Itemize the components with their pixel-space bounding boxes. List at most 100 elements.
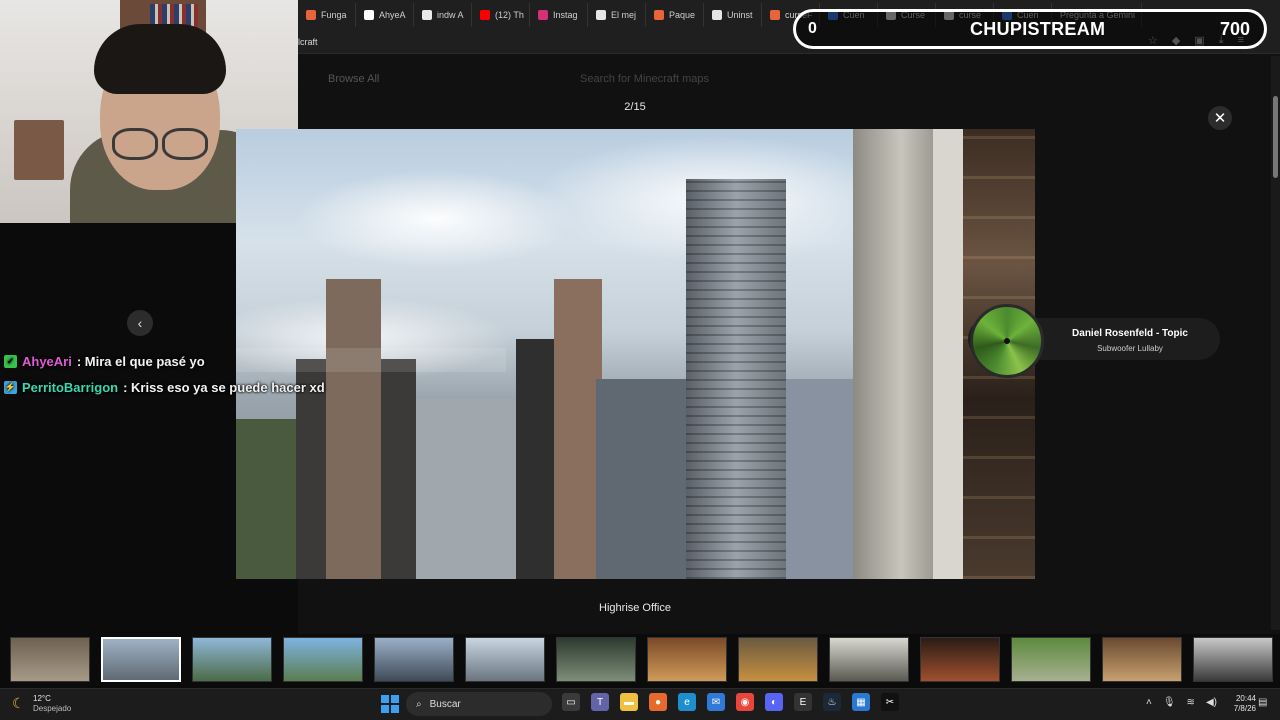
overlay-right-count: 700 bbox=[1219, 18, 1250, 39]
now-playing-artist: Daniel Rosenfeld - Topic bbox=[1072, 328, 1188, 339]
browser-tab[interactable]: Instag bbox=[530, 3, 588, 27]
weather-temperature[interactable]: 12°C bbox=[33, 694, 51, 703]
tab-label: Uninst bbox=[727, 10, 753, 20]
search-icon: ⌕ bbox=[416, 698, 422, 710]
thumbnail[interactable] bbox=[920, 637, 1000, 682]
chat-overlay: ✓ AhyeAri: Mira el que pasé yo ⚡ PerritoBar… bbox=[4, 350, 404, 402]
chat-username: PerritoBarrigon bbox=[22, 379, 119, 395]
browser-tab[interactable]: Funga bbox=[298, 3, 356, 27]
chat-badge-icon: ⚡ bbox=[4, 380, 17, 394]
tab-label: indw A bbox=[437, 10, 464, 20]
thumbnail-strip bbox=[10, 637, 1273, 682]
thumbnail[interactable] bbox=[1102, 637, 1182, 682]
image-building bbox=[554, 279, 602, 579]
tab-label: Paque bbox=[669, 10, 696, 20]
notification-icon[interactable]: ▤ bbox=[1258, 697, 1267, 708]
chat-message: ⚡ PerritoBarrigon: Kriss eso ya se puede … bbox=[4, 376, 404, 398]
tab-label: El mej bbox=[611, 10, 637, 20]
chat-text: : Mira el que pasé yo bbox=[76, 353, 205, 369]
tab-favicon-icon bbox=[712, 10, 722, 20]
taskbar-search[interactable]: ⌕ Buscar bbox=[406, 692, 552, 716]
chat-badge-icon: ✓ bbox=[4, 354, 17, 368]
scrollbar-thumb[interactable] bbox=[1273, 96, 1278, 178]
thumbnail[interactable] bbox=[283, 637, 363, 682]
chat-text: : Kriss eso ya se puede hacer xd bbox=[123, 379, 325, 395]
store-icon[interactable]: ▦ bbox=[852, 693, 870, 711]
thumbnail[interactable] bbox=[647, 637, 727, 682]
image-building bbox=[596, 379, 686, 579]
tab-favicon-icon bbox=[538, 10, 548, 20]
mail-icon[interactable]: ✉ bbox=[707, 693, 725, 711]
webcam-dresser bbox=[14, 120, 64, 180]
system-tray: ˄ 🎙 ≋ ◀) bbox=[1146, 697, 1217, 708]
thumbnail[interactable] bbox=[1193, 637, 1273, 682]
thumbnail[interactable] bbox=[1011, 637, 1091, 682]
wifi-icon[interactable]: ≋ bbox=[1187, 697, 1195, 708]
steam-icon[interactable]: ♨ bbox=[823, 693, 841, 711]
volume-icon[interactable]: ◀) bbox=[1206, 697, 1217, 708]
overlay-title: CHUPISTREAM bbox=[970, 18, 1106, 39]
stream-overlay-bar: 0 CHUPISTREAM 700 bbox=[793, 9, 1267, 49]
file-manager-icon[interactable]: ▭ bbox=[562, 693, 580, 711]
clock-date[interactable]: 7/8/26 bbox=[1222, 704, 1256, 713]
overlay-left-count: 0 bbox=[808, 20, 817, 37]
thumbnail[interactable] bbox=[829, 637, 909, 682]
tab-label: Instag bbox=[553, 10, 578, 20]
album-art-disc bbox=[970, 304, 1044, 378]
previous-image-button[interactable]: ‹ bbox=[127, 310, 153, 336]
image-tower bbox=[686, 179, 786, 579]
image-building bbox=[236, 419, 296, 579]
webcam-person-hair bbox=[94, 24, 226, 94]
close-viewer-button[interactable]: ✕ bbox=[1208, 106, 1232, 130]
browser-tab[interactable]: El mej bbox=[588, 3, 646, 27]
chevron-up-icon[interactable]: ˄ bbox=[1146, 697, 1152, 708]
chevron-left-icon: ‹ bbox=[137, 315, 143, 331]
taskbar-apps: ▭ T ▬ ● e ✉ ◉ ◐ E ♨ ▦ ✂ bbox=[562, 693, 899, 711]
tab-favicon-icon bbox=[364, 10, 374, 20]
browser-tab[interactable]: Paque bbox=[646, 3, 704, 27]
thumbnail[interactable] bbox=[374, 637, 454, 682]
browser-tab[interactable]: (12) Th bbox=[472, 3, 530, 27]
image-caption: Highrise Office bbox=[599, 602, 671, 614]
teams-icon[interactable]: T bbox=[591, 693, 609, 711]
weather-description[interactable]: Despejado bbox=[33, 704, 71, 713]
weather-moon-icon[interactable]: ☾ bbox=[12, 695, 25, 712]
browser-tab[interactable]: indw A bbox=[414, 3, 472, 27]
tab-label: AhyeA bbox=[379, 10, 406, 20]
browse-all-link[interactable]: Browse All bbox=[328, 73, 379, 85]
browser-tab[interactable]: AhyeA bbox=[356, 3, 414, 27]
capcut-icon[interactable]: ✂ bbox=[881, 693, 899, 711]
chrome-icon[interactable]: ◉ bbox=[736, 693, 754, 711]
thumbnail[interactable] bbox=[738, 637, 818, 682]
thumbnail[interactable] bbox=[465, 637, 545, 682]
thumbnail[interactable] bbox=[10, 637, 90, 682]
browser-tab[interactable]: Uninst bbox=[704, 3, 762, 27]
thumbnail[interactable] bbox=[192, 637, 272, 682]
firefox-icon[interactable]: ● bbox=[649, 693, 667, 711]
thumbnail[interactable] bbox=[556, 637, 636, 682]
tab-favicon-icon bbox=[480, 10, 490, 20]
chat-username: AhyeAri bbox=[22, 353, 72, 369]
image-pillar bbox=[853, 129, 933, 579]
webcam-glasses bbox=[112, 128, 208, 160]
thumbnail-active[interactable] bbox=[101, 637, 181, 682]
chat-message: ✓ AhyeAri: Mira el que pasé yo bbox=[4, 350, 404, 372]
tab-favicon-icon bbox=[306, 10, 316, 20]
bookmark-item[interactable]: lcraft bbox=[298, 37, 318, 47]
screen: Funga AhyeA indw A (12) Th Instag El mej Paque… bbox=[0, 0, 1280, 720]
taskbar-search-label: Buscar bbox=[429, 698, 461, 710]
tab-favicon-icon bbox=[654, 10, 664, 20]
image-counter: 2/15 bbox=[624, 101, 646, 113]
edge-icon[interactable]: e bbox=[678, 693, 696, 711]
start-button[interactable] bbox=[381, 695, 399, 713]
microphone-icon[interactable]: 🎙 bbox=[1163, 697, 1176, 708]
search-placeholder[interactable]: Search for Minecraft maps bbox=[580, 73, 709, 85]
tab-favicon-icon bbox=[596, 10, 606, 20]
close-icon: ✕ bbox=[1213, 110, 1227, 127]
tab-favicon-icon bbox=[422, 10, 432, 20]
epic-games-icon[interactable]: E bbox=[794, 693, 812, 711]
discord-icon[interactable]: ◐ bbox=[765, 693, 783, 711]
folder-icon[interactable]: ▬ bbox=[620, 693, 638, 711]
tab-label: (12) Th bbox=[495, 10, 524, 20]
clock-time[interactable]: 20:44 bbox=[1222, 694, 1256, 703]
